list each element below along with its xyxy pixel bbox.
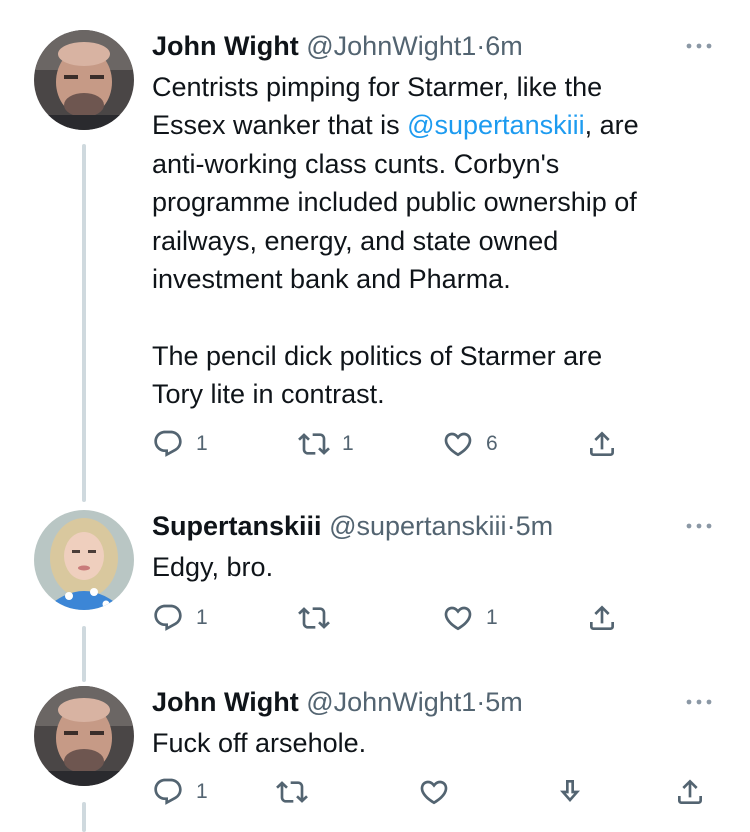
timestamp[interactable]: 6m [485,31,523,61]
display-name[interactable]: John Wight [152,31,299,61]
like-count: 1 [486,606,498,629]
user-handle[interactable]: @JohnWight1 [306,687,476,717]
separator-dot: · [476,687,486,717]
more-icon[interactable] [684,694,714,710]
timestamp[interactable]: 5m [516,511,554,541]
reply-button[interactable]: 1 [152,602,208,634]
reply-count: 1 [196,606,208,629]
tweet-header: Supertanskiii @supertanskiii·5m [152,510,553,542]
like-button[interactable]: 1 [442,602,498,634]
reply-icon [154,430,182,457]
retweet-button[interactable] [276,776,308,808]
like-button[interactable]: 6 [442,428,498,460]
reply-icon [154,778,182,805]
like-count: 6 [486,432,498,455]
share-button[interactable] [586,428,618,460]
user-handle[interactable]: @supertanskiii [329,511,506,541]
mention-link[interactable]: @supertanskiii [407,110,584,140]
retweet-button[interactable] [298,602,342,634]
hide-reply-icon [560,780,580,802]
retweet-icon [276,781,308,803]
reply-count: 1 [196,432,208,455]
tweet-header: John Wight @JohnWight1·6m [152,30,523,62]
display-name[interactable]: Supertanskiii [152,511,322,541]
separator-dot: · [506,511,516,541]
tweet-header: John Wight @JohnWight1·5m [152,686,523,718]
retweet-icon [298,607,330,629]
reply-button[interactable]: 1 [152,776,208,808]
more-icon[interactable] [684,518,714,534]
heart-icon [444,606,472,631]
tweet-text-part: , are anti-working class cunts. Corbyn's… [152,110,639,410]
retweet-icon [298,433,330,455]
share-icon [590,605,614,630]
more-icon[interactable] [684,38,714,54]
heart-icon [444,432,472,457]
timestamp[interactable]: 5m [485,687,523,717]
share-icon [678,779,702,804]
separator-dot: · [476,31,486,61]
tweet-actions: 1 1 6 [0,428,750,468]
tweet-text: Fuck off arsehole. [152,728,367,758]
share-icon [590,431,614,456]
tweet-actions: 1 1 [0,602,750,642]
heart-icon [420,780,448,805]
retweet-button[interactable]: 1 [298,428,354,460]
hide-reply-button[interactable] [554,776,586,808]
like-button[interactable] [418,776,450,808]
display-name[interactable]: John Wight [152,687,299,717]
avatar[interactable] [34,30,134,130]
retweet-count: 1 [342,432,354,455]
tweet-actions: 1 [0,776,750,816]
avatar[interactable] [34,686,134,786]
tweet-text: Edgy, bro. [152,552,274,582]
reply-icon [154,604,182,631]
reply-button[interactable]: 1 [152,428,208,460]
reply-count: 1 [196,780,208,803]
share-button[interactable] [674,776,706,808]
avatar[interactable] [34,510,134,610]
share-button[interactable] [586,602,618,634]
tweet-text: Centrists pimping for Starmer, like the … [152,68,712,414]
user-handle[interactable]: @JohnWight1 [306,31,476,61]
